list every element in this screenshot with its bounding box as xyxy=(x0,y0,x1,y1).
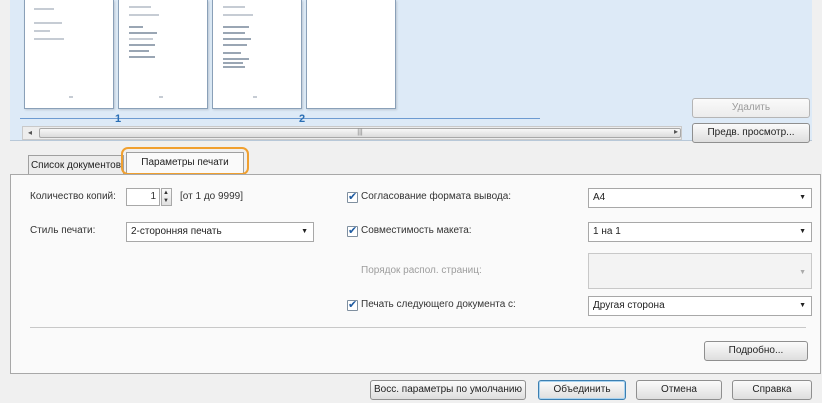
page-order-select[interactable]: ▼ xyxy=(588,253,812,289)
print-style-value: 2-сторонняя печать xyxy=(131,226,222,237)
page-thumbnail-1[interactable] xyxy=(24,0,114,109)
next-doc-select[interactable]: Другая сторона ▼ xyxy=(588,296,812,316)
copies-spinner[interactable]: ▲ ▼ xyxy=(161,188,172,206)
details-button[interactable]: Подробно... xyxy=(704,341,808,361)
copies-range-hint: [от 1 до 9999] xyxy=(180,191,244,202)
chevron-down-icon: ▼ xyxy=(799,228,806,235)
chevron-down-icon: ▼ xyxy=(301,228,308,235)
scroll-right-icon[interactable]: ▸ xyxy=(674,127,678,136)
layout-compat-value: 1 на 1 xyxy=(593,226,621,237)
match-output-size-label: Согласование формата вывода: xyxy=(361,191,512,202)
document-number-2: 2 xyxy=(299,113,306,125)
scrollbar-thumb[interactable]: ||| xyxy=(39,128,681,138)
page-thumbnail-4[interactable] xyxy=(306,0,396,109)
tab-document-list[interactable]: Список документов xyxy=(28,155,124,175)
match-output-size-checkbox[interactable]: ✔ xyxy=(347,191,358,203)
copies-label: Количество копий: xyxy=(30,191,116,202)
combine-button[interactable]: Объединить xyxy=(538,380,626,400)
next-doc-label: Печать следующего документа с: xyxy=(361,299,516,310)
spin-up-icon[interactable]: ▲ xyxy=(163,189,169,197)
layout-compat-select[interactable]: 1 на 1 ▼ xyxy=(588,222,812,242)
page-preview-area[interactable]: 1 2 xyxy=(10,0,812,141)
tab-print-settings[interactable]: Параметры печати xyxy=(126,152,244,174)
preview-button[interactable]: Предв. просмотр... xyxy=(692,123,810,143)
panel-divider xyxy=(30,327,806,328)
chevron-down-icon: ▼ xyxy=(799,269,806,276)
output-size-value: A4 xyxy=(593,192,606,203)
chevron-down-icon: ▼ xyxy=(799,302,806,309)
next-doc-checkbox[interactable]: ✔ xyxy=(347,299,358,311)
scroll-left-icon[interactable]: ◂ xyxy=(23,127,37,139)
page-thumbnail-2[interactable] xyxy=(118,0,208,109)
preview-horizontal-scrollbar[interactable]: ◂ ||| xyxy=(22,126,682,140)
print-style-select[interactable]: 2-сторонняя печать ▼ xyxy=(126,222,314,242)
layout-compat-checkbox[interactable]: ✔ xyxy=(347,225,358,237)
print-style-label: Стиль печати: xyxy=(30,225,96,236)
output-size-select[interactable]: A4 ▼ xyxy=(588,188,812,208)
next-doc-value: Другая сторона xyxy=(593,300,665,311)
scrollbar-grip-icon: ||| xyxy=(357,129,363,136)
cancel-button[interactable]: Отмена xyxy=(636,380,722,400)
page-thumbnail-3[interactable] xyxy=(212,0,302,109)
restore-defaults-button[interactable]: Восс. параметры по умолчанию xyxy=(370,380,526,400)
chevron-down-icon: ▼ xyxy=(799,194,806,201)
copies-input[interactable]: 1 xyxy=(126,188,160,206)
document-separator xyxy=(20,118,540,119)
page-order-label: Порядок распол. страниц: xyxy=(361,265,482,276)
delete-button[interactable]: Удалить xyxy=(692,98,810,118)
layout-compat-label: Совместимость макета: xyxy=(361,225,472,236)
spin-down-icon[interactable]: ▼ xyxy=(163,197,169,205)
help-button[interactable]: Справка xyxy=(732,380,812,400)
document-number-1: 1 xyxy=(115,113,122,125)
